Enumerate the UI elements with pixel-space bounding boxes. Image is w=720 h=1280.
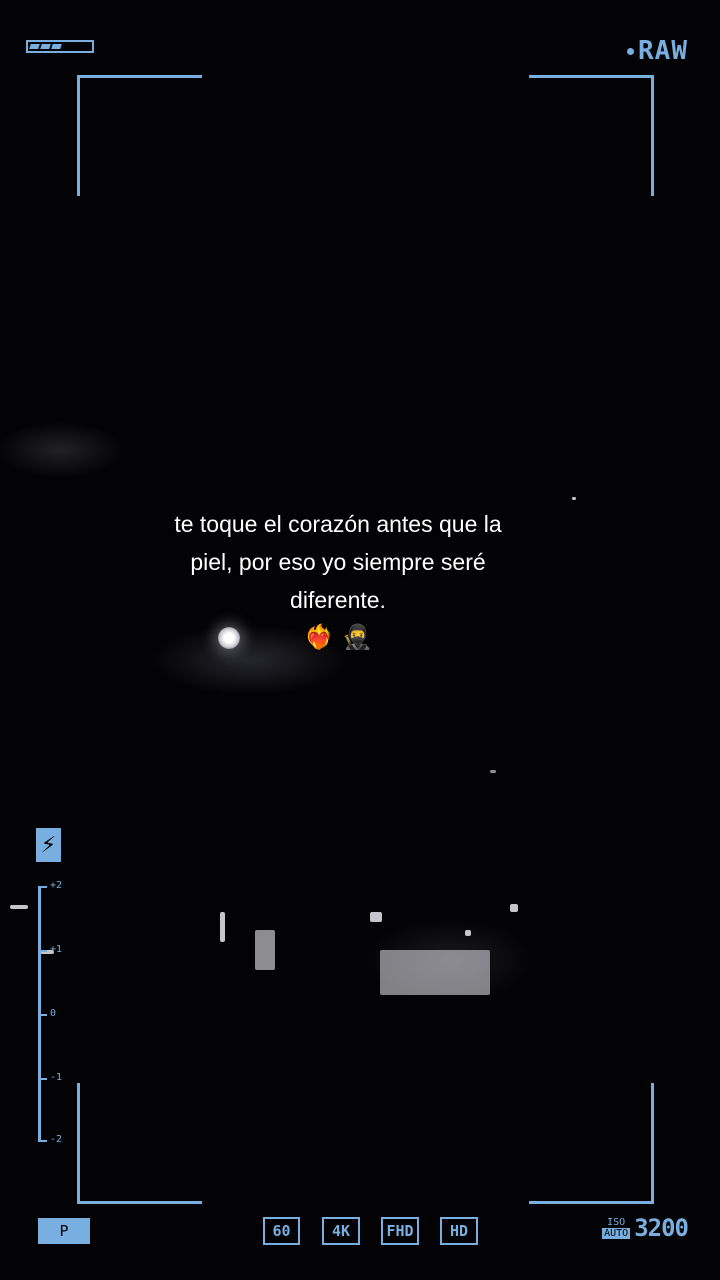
battery-cell — [51, 44, 62, 49]
frame-corner-top-left — [77, 75, 202, 196]
recording-dot-icon — [627, 47, 635, 55]
ninja-icon: 🥷 — [342, 624, 372, 651]
city-light — [465, 930, 471, 936]
exposure-label: 0 — [50, 1008, 57, 1019]
exposure-tick — [38, 1014, 47, 1016]
exposure-label: -2 — [50, 1134, 63, 1145]
iso-indicator[interactable]: ISO AUTO 3200 — [602, 1214, 689, 1242]
resolution-4k-button[interactable]: 4K — [322, 1217, 360, 1245]
frame-corner-bottom-right — [529, 1083, 654, 1204]
raw-indicator: RAW — [627, 36, 688, 66]
resolution-fhd-button[interactable]: FHD — [381, 1217, 419, 1245]
frame-corner-bottom-left — [77, 1083, 202, 1204]
iso-label: ISO — [607, 1217, 626, 1228]
exposure-tick — [38, 1140, 47, 1142]
battery-cell — [40, 44, 51, 49]
city-light — [255, 930, 275, 970]
city-light — [220, 912, 225, 942]
resolution-hd-button[interactable]: HD — [440, 1217, 478, 1245]
caption-emojis: ❤️‍🔥 🥷 — [0, 623, 676, 653]
city-light — [510, 904, 518, 912]
exposure-label: +2 — [50, 880, 63, 891]
exposure-tick — [38, 950, 47, 952]
raw-label: RAW — [638, 36, 688, 66]
exposure-tick — [38, 1078, 47, 1080]
caption: te toque el corazón antes que la piel, p… — [0, 505, 676, 653]
caption-line: diferente. — [290, 587, 386, 613]
iso-label-stack: ISO AUTO — [602, 1217, 631, 1239]
mode-button[interactable]: P — [38, 1218, 90, 1244]
caption-line: piel, por eso yo siempre seré — [190, 549, 486, 575]
exposure-label: -1 — [50, 1072, 63, 1083]
exposure-scale: +2 +1 0 -1 -2 — [38, 880, 78, 1146]
frame-corner-top-right — [529, 75, 654, 196]
caption-line: te toque el corazón antes que la — [174, 511, 502, 537]
exposure-tick — [38, 886, 47, 888]
city-light — [370, 912, 382, 922]
battery-cell — [29, 44, 40, 49]
city-light — [10, 905, 28, 909]
iso-mode: AUTO — [602, 1228, 631, 1239]
iso-value: 3200 — [634, 1214, 689, 1242]
caption-lines: te toque el corazón antes que la piel, p… — [138, 505, 538, 619]
fps-60-button[interactable]: 60 — [263, 1217, 300, 1245]
city-light — [572, 497, 576, 500]
flash-icon[interactable]: ⚡ — [36, 828, 61, 862]
city-light — [490, 770, 496, 773]
heart-on-fire-icon: ❤️‍🔥 — [304, 624, 334, 651]
flash-glyph: ⚡ — [40, 832, 57, 858]
exposure-label: +1 — [50, 944, 63, 955]
battery-icon — [26, 40, 94, 53]
city-light — [380, 950, 490, 995]
